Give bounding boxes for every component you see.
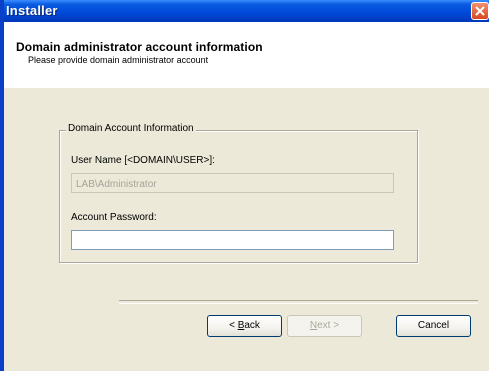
groupbox-legend: Domain Account Information: [66, 123, 196, 134]
password-label: Account Password:: [71, 212, 157, 223]
back-button[interactable]: < Back: [207, 315, 282, 337]
username-field: [71, 173, 394, 194]
username-input: [72, 175, 393, 194]
next-button[interactable]: Next >: [287, 315, 362, 337]
cancel-button[interactable]: Cancel: [396, 315, 471, 337]
button-separator: [119, 300, 478, 304]
back-rest: ack: [244, 320, 260, 331]
title-bar[interactable]: Installer: [4, 0, 489, 22]
next-rest: ext >: [317, 320, 340, 331]
password-field[interactable]: [71, 230, 394, 251]
page-subtitle: Please provide domain administrator acco…: [28, 55, 209, 65]
close-icon: [475, 6, 485, 16]
installer-window: Installer Domain administrator account i…: [0, 0, 489, 371]
username-label: User Name [<DOMAIN\USER>]:: [71, 155, 215, 166]
password-input[interactable]: [72, 232, 393, 251]
header-divider: [4, 86, 489, 88]
window-title: Installer: [6, 3, 58, 18]
header-panel: Domain administrator account information…: [4, 22, 489, 87]
back-prefix: <: [229, 320, 238, 331]
page-title: Domain administrator account information: [16, 40, 263, 54]
close-button[interactable]: [471, 2, 489, 20]
